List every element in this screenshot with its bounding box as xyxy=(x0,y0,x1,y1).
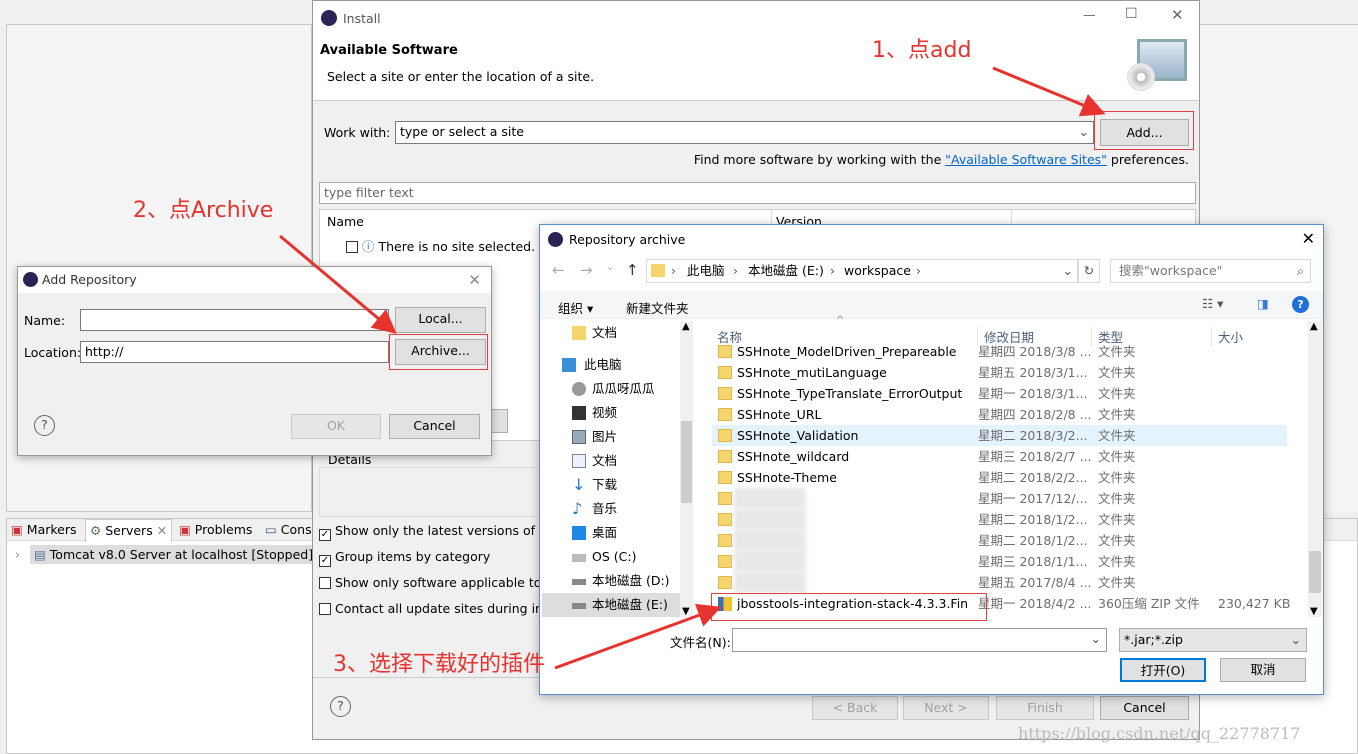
arrow-step2 xyxy=(279,234,397,334)
annotation-arrows xyxy=(279,66,1106,670)
arrow-step3 xyxy=(554,603,722,670)
watermark: https://blog.csdn.net/qq_22778717 xyxy=(1018,724,1301,743)
arrow-step1 xyxy=(992,66,1106,117)
